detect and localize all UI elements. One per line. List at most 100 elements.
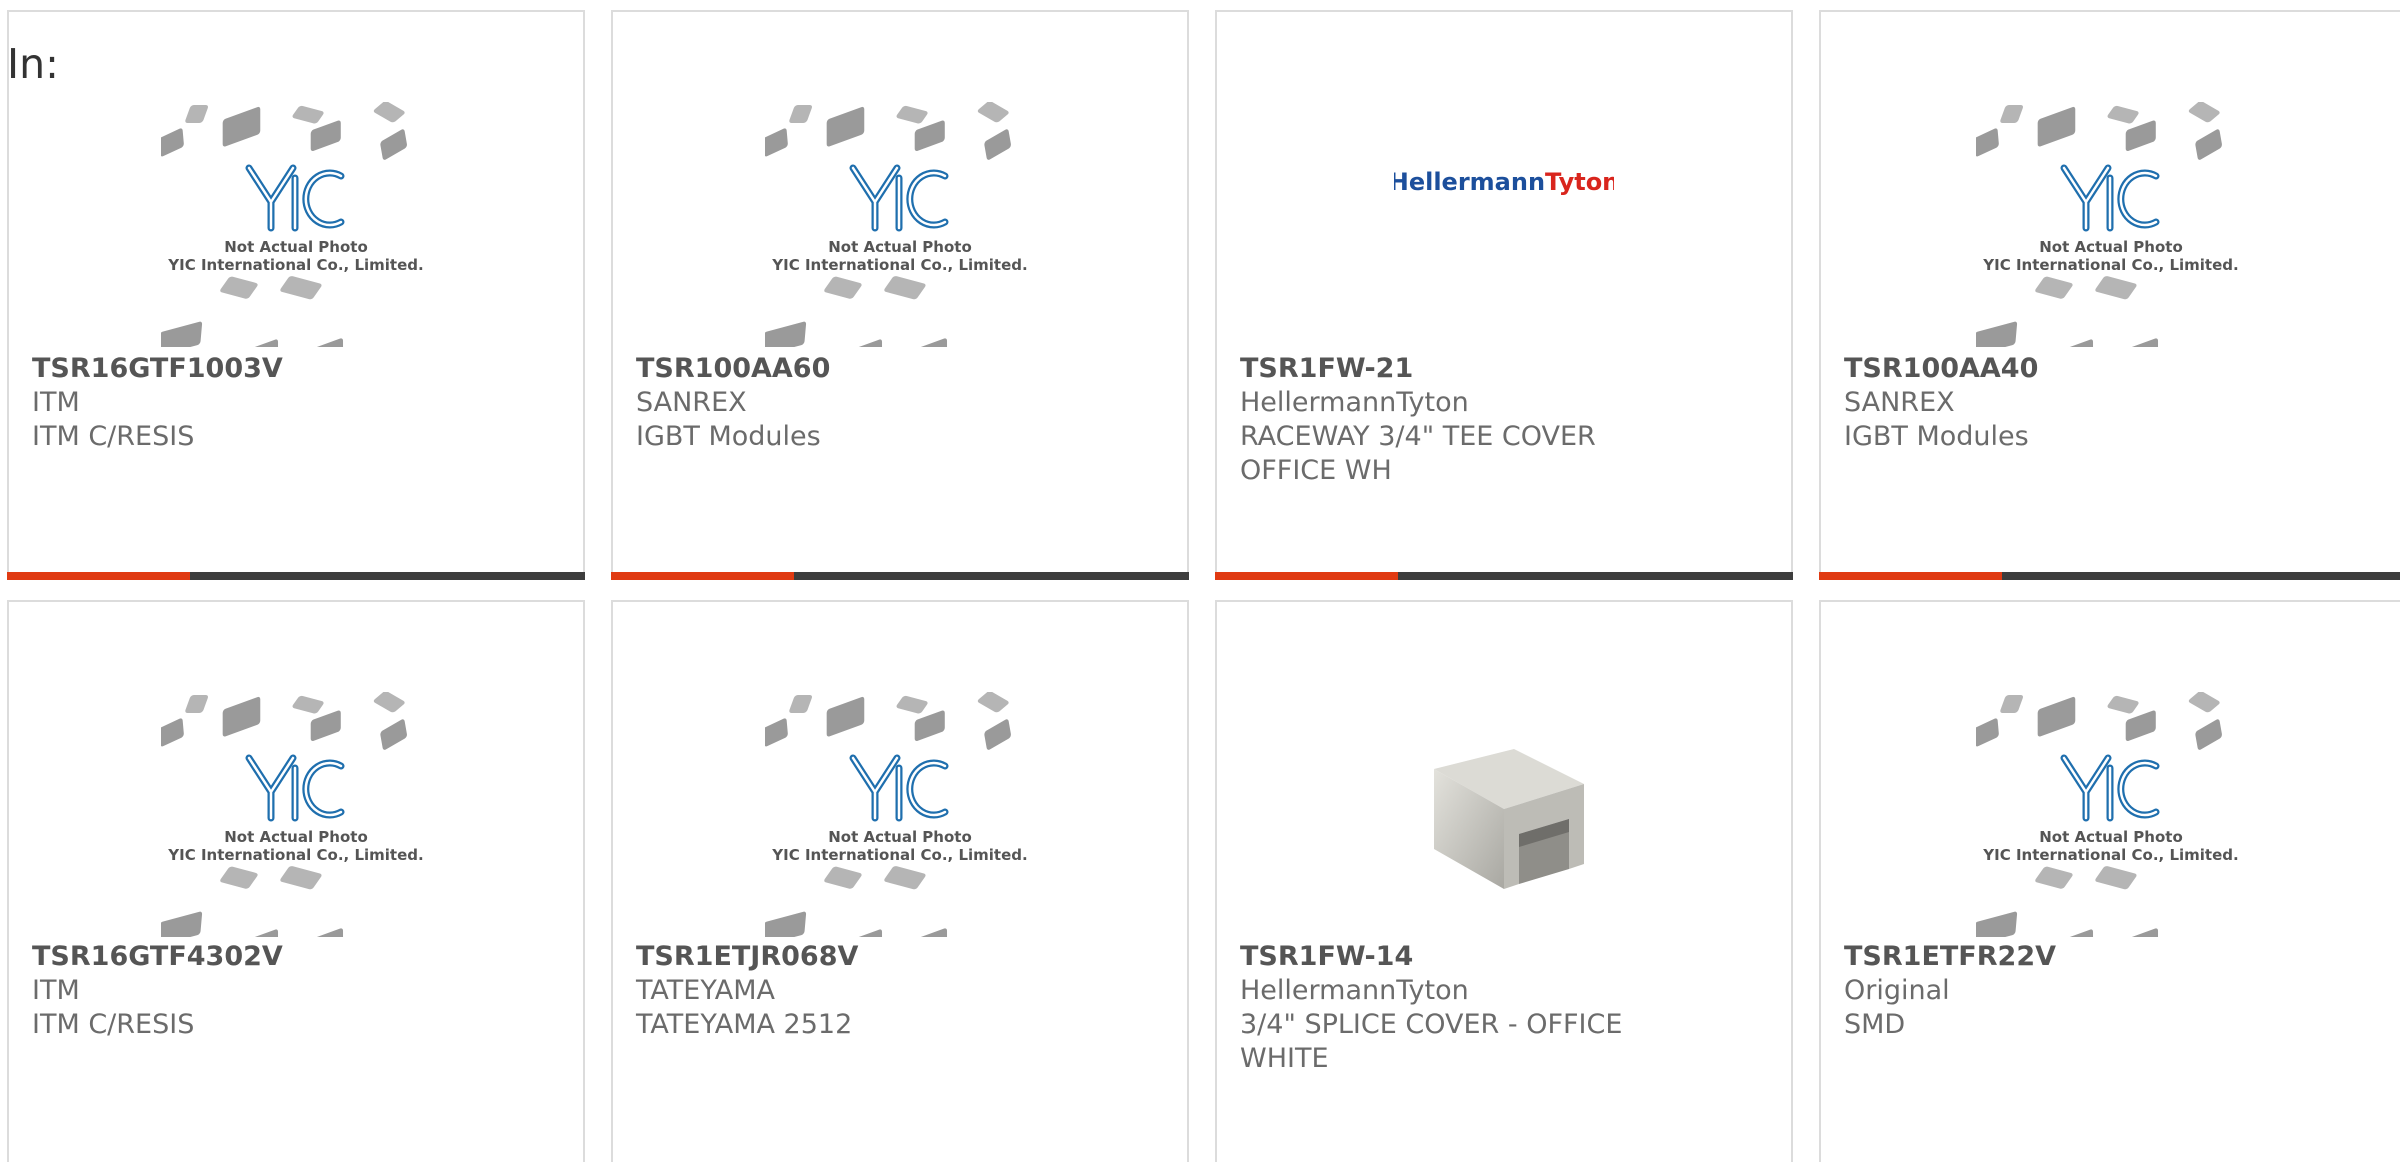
placeholder-caption-line2: YIC International Co., Limited. bbox=[1982, 846, 2238, 864]
product-manufacturer: ITM bbox=[32, 975, 80, 1006]
product-image-placeholder: Not Actual Photo YIC International Co., L… bbox=[613, 684, 1187, 944]
product-part-number[interactable]: TSR1ETJR068V bbox=[636, 940, 1056, 974]
product-part-number[interactable]: TSR1ETFR22V bbox=[1844, 940, 2264, 974]
chip-icon bbox=[2037, 106, 2075, 147]
chip-icon bbox=[220, 866, 258, 889]
product-image-placeholder: Not Actual Photo YIC International Co., L… bbox=[613, 94, 1187, 354]
chip-icon bbox=[311, 927, 344, 937]
chip-icon bbox=[2125, 709, 2156, 741]
chip-icon bbox=[765, 911, 807, 937]
chip-icon bbox=[1999, 694, 2023, 713]
chip-icon bbox=[222, 106, 261, 147]
chip-icon bbox=[1975, 127, 1999, 156]
chip-icon bbox=[222, 696, 261, 737]
chip-icon bbox=[824, 866, 862, 889]
chip-icon bbox=[161, 911, 203, 937]
chip-icon bbox=[850, 928, 883, 937]
splice-cover-image bbox=[1434, 749, 1584, 889]
product-description: RACEWAY 3/4" TEE COVER OFFICE WH bbox=[1240, 421, 1596, 486]
product-description: IGBT Modules bbox=[636, 421, 821, 452]
placeholder-caption-line1: Not Actual Photo bbox=[2039, 238, 2183, 256]
product-card[interactable]: Not Actual Photo YIC International Co., L… bbox=[1819, 600, 2400, 1162]
chip-icon bbox=[2094, 275, 2137, 299]
product-card[interactable]: HellermannTyton TSR1FW-21 HellermannTyto… bbox=[1215, 10, 1793, 580]
product-description: TATEYAMA 2512 bbox=[636, 1009, 853, 1040]
yic-placeholder-graphic: Not Actual PhotoYIC International Co., L… bbox=[765, 691, 1028, 937]
chip-icon bbox=[1999, 104, 2023, 123]
chip-icon bbox=[161, 127, 184, 156]
chip-icon bbox=[2034, 866, 2073, 889]
chip-icon bbox=[161, 717, 184, 746]
chip-icon bbox=[2034, 276, 2073, 299]
chip-icon bbox=[380, 718, 407, 750]
chip-icon bbox=[1975, 321, 2017, 347]
svg-text:HellermannTyton: HellermannTyton bbox=[1394, 168, 1614, 196]
placeholder-caption-line1: Not Actual Photo bbox=[224, 238, 368, 256]
placeholder-caption-line2: YIC International Co., Limited. bbox=[167, 256, 423, 274]
chip-icon bbox=[373, 101, 405, 122]
chip-icon bbox=[2125, 337, 2158, 347]
yic-placeholder-graphic: Not Actual PhotoYIC International Co., L… bbox=[1975, 691, 2238, 937]
placeholder-caption-line1: Not Actual Photo bbox=[828, 238, 972, 256]
placeholder-caption-line1: Not Actual Photo bbox=[2039, 828, 2183, 846]
chip-icon bbox=[884, 865, 926, 889]
product-manufacturer: HellermannTyton bbox=[1240, 387, 1469, 418]
product-part-number[interactable]: TSR1FW-21 bbox=[1240, 352, 1660, 386]
card-footer-bar bbox=[7, 572, 585, 580]
chip-icon bbox=[896, 105, 928, 123]
product-part-number[interactable]: TSR16GTF4302V bbox=[32, 940, 452, 974]
product-manufacturer: HellermannTyton bbox=[1240, 975, 1469, 1006]
chip-icon bbox=[977, 101, 1009, 122]
chip-icon bbox=[2194, 718, 2222, 750]
chip-icon bbox=[765, 717, 788, 746]
chip-icon bbox=[984, 128, 1011, 160]
product-card[interactable]: Not Actual Photo YIC International Co., L… bbox=[7, 600, 585, 1162]
chip-icon bbox=[789, 694, 813, 713]
product-manufacturer: Original bbox=[1844, 975, 1950, 1006]
chip-icon bbox=[2194, 128, 2222, 160]
product-description: ITM C/RESIS bbox=[32, 1009, 195, 1040]
placeholder-caption-line1: Not Actual Photo bbox=[224, 828, 368, 846]
chip-icon bbox=[185, 104, 209, 123]
yic-placeholder-graphic: Not Actual PhotoYIC International Co., L… bbox=[161, 101, 424, 347]
product-part-number[interactable]: TSR16GTF1003V bbox=[32, 352, 452, 386]
product-part-number[interactable]: TSR100AA60 bbox=[636, 352, 1056, 386]
product-image-placeholder: Not Actual Photo YIC International Co., L… bbox=[9, 684, 583, 944]
product-description: ITM C/RESIS bbox=[32, 421, 195, 452]
product-card[interactable]: TSR1FW-14 HellermannTyton 3/4" SPLICE CO… bbox=[1215, 600, 1793, 1162]
product-manufacturer: SANREX bbox=[636, 387, 747, 418]
hellermanntyton-logo: HellermannTyton bbox=[1394, 168, 1614, 196]
chip-icon bbox=[826, 696, 865, 737]
product-card[interactable]: Not Actual Photo YIC International Co., L… bbox=[611, 10, 1189, 580]
chip-icon bbox=[161, 321, 203, 347]
card-footer-bar bbox=[611, 572, 1189, 580]
chip-icon bbox=[789, 104, 813, 123]
chip-icon bbox=[2125, 927, 2158, 937]
chip-icon bbox=[220, 276, 258, 299]
yic-placeholder-graphic: Not Actual PhotoYIC International Co., L… bbox=[1975, 101, 2238, 347]
card-accent-stripe bbox=[1819, 572, 2002, 580]
product-image-brand-logo: HellermannTyton bbox=[1217, 12, 1791, 352]
product-description: 3/4" SPLICE COVER - OFFICE WHITE bbox=[1240, 1009, 1623, 1074]
product-card[interactable]: Not Actual Photo YIC International Co., L… bbox=[611, 600, 1189, 1162]
chip-icon bbox=[977, 691, 1009, 712]
product-manufacturer: TATEYAMA bbox=[636, 975, 775, 1006]
product-image-placeholder: Not Actual Photo YIC International Co., L… bbox=[1821, 684, 2400, 944]
chip-icon bbox=[915, 927, 948, 937]
placeholder-caption-line2: YIC International Co., Limited. bbox=[1982, 256, 2238, 274]
placeholder-caption-line2: YIC International Co., Limited. bbox=[167, 846, 423, 864]
product-part-number[interactable]: TSR100AA40 bbox=[1844, 352, 2264, 386]
chip-icon bbox=[2125, 119, 2156, 151]
product-card[interactable]: Not Actual Photo YIC International Co., L… bbox=[1819, 10, 2400, 580]
product-card[interactable]: Not Actual Photo YIC International Co., L… bbox=[7, 10, 585, 580]
card-footer-bar bbox=[1215, 572, 1793, 580]
product-description: SMD bbox=[1844, 1009, 1906, 1040]
card-accent-stripe bbox=[611, 572, 794, 580]
chip-icon bbox=[765, 127, 788, 156]
placeholder-caption-line2: YIC International Co., Limited. bbox=[771, 256, 1027, 274]
card-accent-stripe bbox=[7, 572, 190, 580]
chip-icon bbox=[1975, 717, 1999, 746]
card-accent-stripe bbox=[1215, 572, 1398, 580]
chip-icon bbox=[292, 695, 324, 713]
product-part-number[interactable]: TSR1FW-14 bbox=[1240, 940, 1660, 974]
